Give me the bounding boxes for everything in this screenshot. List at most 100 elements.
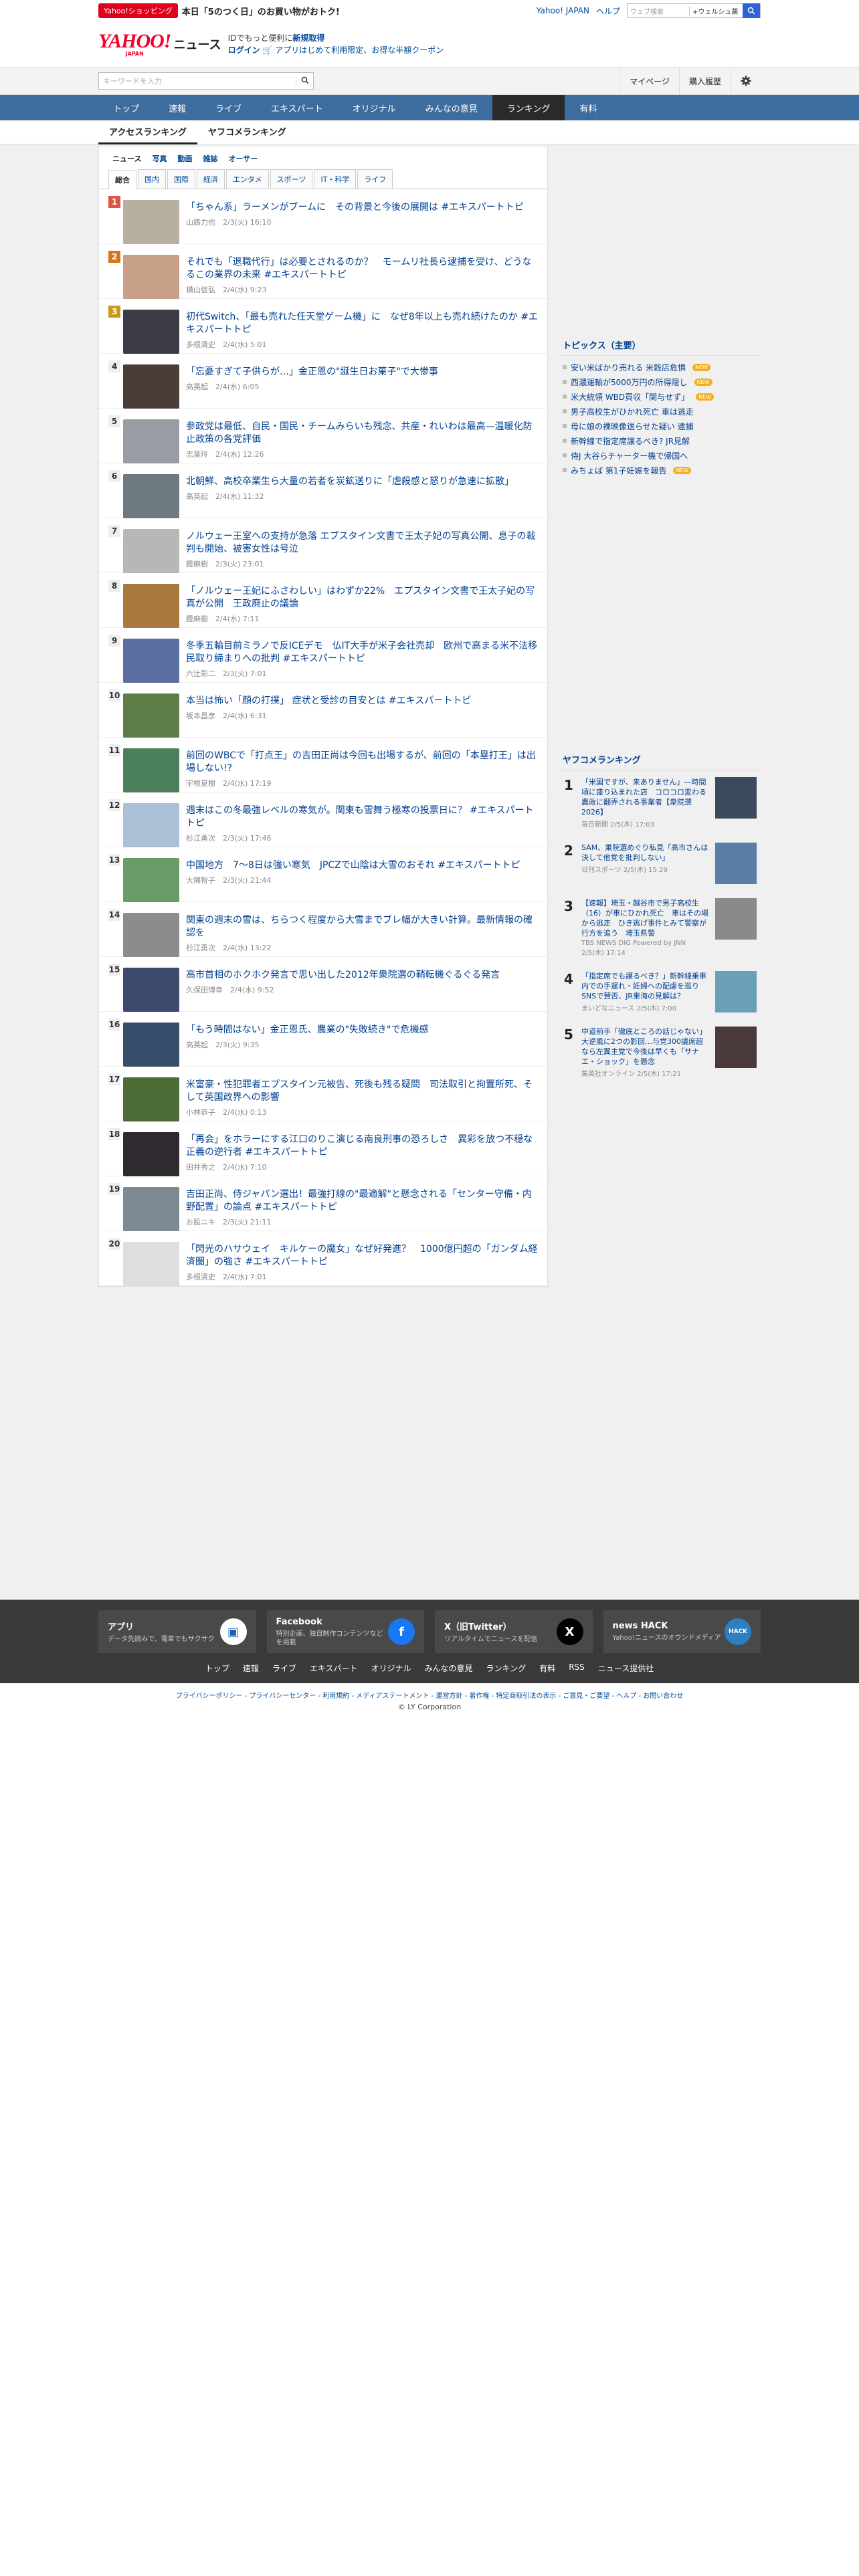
topic-text[interactable]: 男子高校生がひかれ死亡 車は逃走 xyxy=(571,406,694,417)
web-search-option[interactable]: +ウェルシュ薬 xyxy=(689,5,743,16)
article-thumbnail[interactable] xyxy=(123,913,179,957)
article-thumbnail[interactable] xyxy=(123,968,179,1012)
article-title[interactable]: 米富豪・性犯罪者エプスタイン元被告、死後も残る疑問 司法取引と拘置所死、そして英… xyxy=(186,1079,538,1104)
footer-card[interactable]: Facebook 特別企画、独自制作コンテンツなどを掲載 f xyxy=(266,1610,424,1653)
tab-2[interactable]: 国際 xyxy=(167,169,195,189)
comment-ranking-item[interactable]: 5 中道前手「徹底ところの話じゃない」大逆風に2つの影回…与党300議席超なら左翼… xyxy=(560,1020,761,1085)
ranking-item[interactable]: 12 週末はこの冬最強レベルの寒気が。関東も雪舞う極寒の投票日に？ #エキスパート… xyxy=(99,792,547,847)
footer-link[interactable]: RSS xyxy=(569,1662,585,1674)
article-thumbnail[interactable] xyxy=(123,1242,179,1286)
footer-link[interactable]: ランキング xyxy=(486,1662,527,1674)
category-link[interactable]: 写真 xyxy=(148,153,171,164)
topic-text[interactable]: 西濃運輸が5000万円の所得隠し xyxy=(571,377,688,388)
tab-6[interactable]: IT・科学 xyxy=(314,169,357,189)
article-thumbnail[interactable] xyxy=(123,529,179,573)
article-thumbnail[interactable] xyxy=(123,255,179,299)
article-title[interactable]: 高市首相のホクホク発言で思い出した2012年衆院選の鞘転機ぐるぐる発言 xyxy=(186,969,538,982)
topic-text[interactable]: みちょぱ 第1子妊娠を報告 xyxy=(571,465,666,476)
topic-item[interactable]: 新幹線で指定席譲るべき? JR見解 xyxy=(563,433,758,448)
ranking-item[interactable]: 4 「忘憂すぎて子供らが…」金正恩の"誕生日お菓子"で大惨事 高英起 2/4(水) … xyxy=(99,354,547,409)
article-thumbnail[interactable] xyxy=(123,364,179,409)
article-thumbnail[interactable] xyxy=(123,419,179,463)
article-title[interactable]: 「ちゃん系」ラーメンがブームに その背景と今後の展開は #エキスパートトピ xyxy=(186,201,538,214)
article-title[interactable]: 初代Switch、「最も売れた任天堂ゲーム機」に なぜ8年以上も売れ続けたのか … xyxy=(186,311,538,336)
category-link[interactable]: 雑誌 xyxy=(199,153,221,164)
ranking-item[interactable]: 5 参政党は最低、自民・国民・チームみらいも残念、共産・れいわは最高—温暖化防止政… xyxy=(99,409,547,463)
ranking-item[interactable]: 3 初代Switch、「最も売れた任天堂ゲーム機」に なぜ8年以上も売れ続けたのか… xyxy=(99,299,547,354)
article-title[interactable]: 関東の週末の雪は、ちらつく程度から大雪までブレ幅が大きい計算。最新情報の確認を xyxy=(186,914,538,940)
comment-ranking-title[interactable]: SAM、乗院選めぐり私見「高市さんは決して他党を批判しない」 xyxy=(581,843,710,863)
article-title[interactable]: 「閃光のハサウェイ キルケーの魔女」なぜ好発進？ 1000億円超の「ガンダム経済… xyxy=(186,1243,538,1269)
article-title[interactable]: 「ノルウェー王妃にふさわしい」はわずか22% エプスタイン文書で王太子妃の写真が… xyxy=(186,585,538,611)
comment-ranking-thumbnail[interactable] xyxy=(715,898,757,940)
promo-text[interactable]: 本日「5のつく日」のお買い物がおトク! xyxy=(182,5,340,17)
ranking-item[interactable]: 18 「再会」をホラーにする江口のりこ演じる南良刑事の恐ろしさ 異彩を放つ不穏な正… xyxy=(99,1121,547,1176)
article-thumbnail[interactable] xyxy=(123,1023,179,1067)
article-title[interactable]: 「忘憂すぎて子供らが…」金正恩の"誕生日お菓子"で大惨事 xyxy=(186,366,538,379)
comment-ranking-thumbnail[interactable] xyxy=(715,777,757,819)
article-title[interactable]: 本当は怖い「顔の打撲」 症状と受診の目安とは #エキスパートトピ xyxy=(186,695,538,708)
footer-card[interactable]: アプリ データ先読みで、電車でもサクサク ▣ xyxy=(98,1610,256,1653)
article-thumbnail[interactable] xyxy=(123,748,179,792)
news-search-input[interactable]: キーワードを入力 xyxy=(99,76,296,86)
article-title[interactable]: 冬季五輪目前ミラノで反ICEデモ 仏IT大手が米子会社売却 欧州で高まる米不法移… xyxy=(186,640,538,665)
footer-link[interactable]: ライブ xyxy=(272,1662,296,1674)
topic-text[interactable]: 侍J 大谷らチャーター機で帰国へ xyxy=(571,450,688,461)
news-search[interactable]: キーワードを入力 xyxy=(98,72,314,90)
comment-ranking-title[interactable]: 中道前手「徹底ところの話じゃない」大逆風に2つの影回…与党300議席超なら左翼主… xyxy=(581,1027,710,1067)
tab-4[interactable]: エンタメ xyxy=(226,169,269,189)
nav-item[interactable]: オリジナル xyxy=(338,95,411,120)
comment-ranking-thumbnail[interactable] xyxy=(715,1027,757,1068)
tab-5[interactable]: スポーツ xyxy=(270,169,313,189)
mypage-link[interactable]: マイページ xyxy=(619,68,679,94)
comment-ranking-thumbnail[interactable] xyxy=(715,843,757,884)
nav-item[interactable]: ライブ xyxy=(201,95,256,120)
footer-link[interactable]: オリジナル xyxy=(371,1662,411,1674)
article-thumbnail[interactable] xyxy=(123,1077,179,1121)
ranking-item[interactable]: 9 冬季五輪目前ミラノで反ICEデモ 仏IT大手が米子会社売却 欧州で高まる米不法… xyxy=(99,628,547,683)
web-search-input[interactable]: ウェブ検索 xyxy=(628,6,689,16)
footer-link[interactable]: みんなの意見 xyxy=(425,1662,473,1674)
footer-card[interactable]: X（旧Twitter） リアルタイムでニュースを配信 X xyxy=(435,1610,593,1653)
footer-link[interactable]: 有料 xyxy=(539,1662,555,1674)
article-thumbnail[interactable] xyxy=(123,1132,179,1176)
ranking-item[interactable]: 6 北朝鮮、高校卒業生ら大量の若者を炭鉱送りに「虐殺感と怒りが急速に拡散」 高英起 … xyxy=(99,463,547,518)
article-title[interactable]: 前回のWBCで「打点王」の吉田正尚は今回も出場するが、前回の「本塁打王」は出場し… xyxy=(186,750,538,775)
article-thumbnail[interactable] xyxy=(123,803,179,847)
ranking-item[interactable]: 16 「もう時間はない」金正恩氏、農業の"失敗続き"で危機感 高英起 2/3(火) … xyxy=(99,1012,547,1067)
ranking-item[interactable]: 17 米富豪・性犯罪者エプスタイン元被告、死後も残る疑問 司法取引と拘置所死、そし… xyxy=(99,1067,547,1121)
topic-text[interactable]: 母に娘の裸映像送らせた疑い 逮捕 xyxy=(571,421,694,432)
search-icon[interactable] xyxy=(743,3,760,18)
tab-comment-ranking[interactable]: ヤフコメランキング xyxy=(197,120,297,144)
footer-link[interactable]: トップ xyxy=(205,1662,229,1674)
category-link[interactable]: ニュース xyxy=(108,153,145,164)
article-thumbnail[interactable] xyxy=(123,1187,179,1231)
article-thumbnail[interactable] xyxy=(123,310,179,354)
coupon-link[interactable]: アプリはじめて利用限定、お得な半額クーポン xyxy=(275,45,444,55)
article-thumbnail[interactable] xyxy=(123,693,179,738)
nav-item[interactable]: 速報 xyxy=(154,95,201,120)
topic-text[interactable]: 米大統領 WBD買収「関与せず」 xyxy=(571,391,689,403)
article-title[interactable]: 週末はこの冬最強レベルの寒気が。関東も雪舞う極寒の投票日に？ #エキスパートトピ xyxy=(186,804,538,830)
comment-ranking-title[interactable]: 「米国ですが、来ありません」—時間頃に盛り込まれた店 コロコロ変わる農政に翻弄さ… xyxy=(581,777,710,817)
topic-item[interactable]: 安い米ばかり売れる 米穀店危惧 NEW xyxy=(563,360,758,374)
topic-item[interactable]: 男子高校生がひかれ死亡 車は逃走 xyxy=(563,404,758,419)
yahoo-news-logo[interactable]: YAHOO! JAPAN ニュース xyxy=(98,31,221,57)
promo-banner[interactable]: Yahoo!ショッピング 本日「5のつく日」のお買い物がおトク! xyxy=(98,3,340,18)
signup-link[interactable]: 新規取得 xyxy=(292,33,324,43)
article-title[interactable]: 「再会」をホラーにする江口のりこ演じる南良刑事の恐ろしさ 異彩を放つ不穏な正義の… xyxy=(186,1134,538,1159)
ranking-item[interactable]: 19 吉田正尚、侍ジャパン選出！最強打線の"最適解"と懸念される「センター守備・内… xyxy=(99,1176,547,1231)
ranking-item[interactable]: 15 高市首相のホクホク発言で思い出した2012年衆院選の鞘転機ぐるぐる発言 久保田… xyxy=(99,957,547,1012)
topic-text[interactable]: 新幹線で指定席譲るべき? JR見解 xyxy=(571,435,690,447)
tab-7[interactable]: ライフ xyxy=(357,169,393,189)
ranking-item[interactable]: 13 中国地方 7〜8日は強い寒気 JPCZで山陰は大雪のおそれ #エキスパートト… xyxy=(99,847,547,902)
nav-item[interactable]: エキスパート xyxy=(256,95,338,120)
ranking-item[interactable]: 11 前回のWBCで「打点王」の吉田正尚は今回も出場するが、前回の「本塁打王」は出… xyxy=(99,738,547,792)
topic-item[interactable]: みちょぱ 第1子妊娠を報告 NEW xyxy=(563,463,758,477)
topic-item[interactable]: 西濃運輸が5000万円の所得隠し NEW xyxy=(563,374,758,389)
comment-ranking-item[interactable]: 2 SAM、乗院選めぐり私見「高市さんは決して他党を批判しない」 日刊スポーツ 2/… xyxy=(560,836,761,891)
nav-item[interactable]: 有料 xyxy=(565,95,611,120)
comment-ranking-title[interactable]: 【速報】埼玉・越谷市で男子高校生（16）が車にひかれ死亡 車はその場から逃走 ひ… xyxy=(581,898,710,938)
ranking-item[interactable]: 8 「ノルウェー王妃にふさわしい」はわずか22% エプスタイン文書で王太子妃の写真… xyxy=(99,573,547,628)
article-title[interactable]: 参政党は最低、自民・国民・チームみらいも残念、共産・れいわは最高—温暖化防止政策… xyxy=(186,421,538,446)
